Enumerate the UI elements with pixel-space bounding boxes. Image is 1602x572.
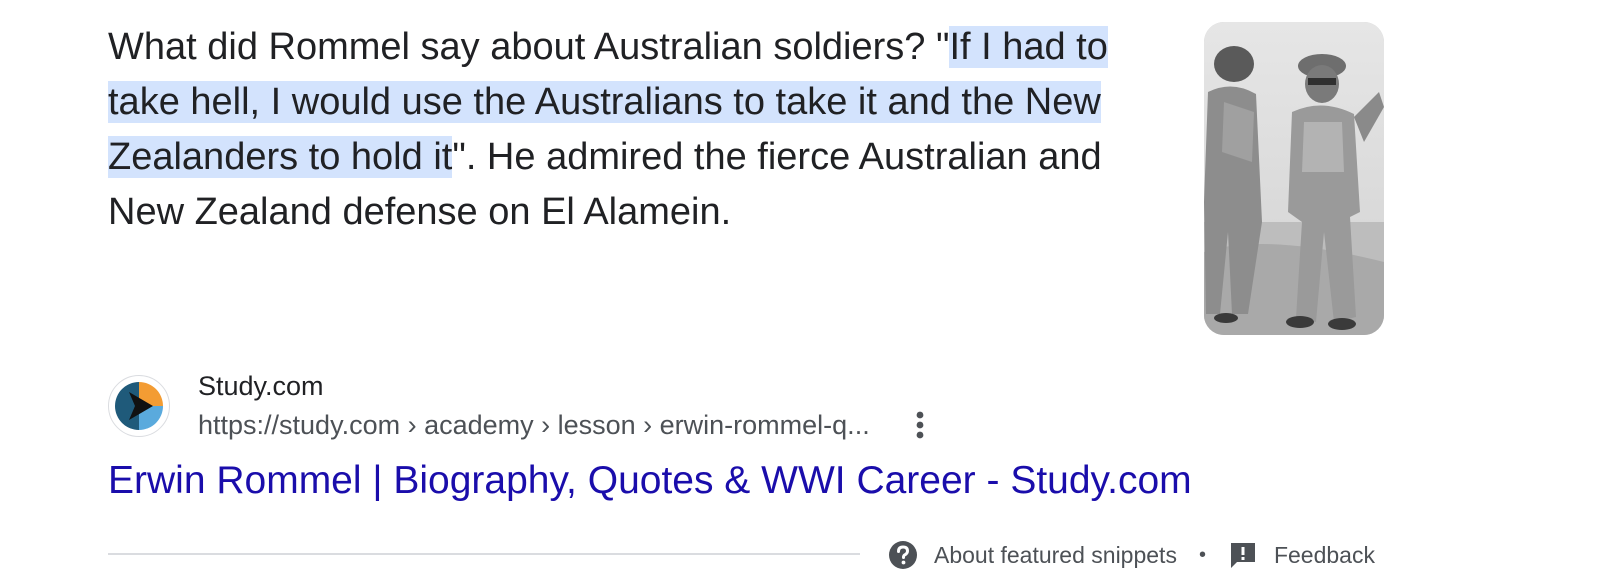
help-circle-icon (889, 541, 917, 569)
snippet-thumbnail-image[interactable] (1204, 22, 1384, 335)
source-url-breadcrumb[interactable]: https://study.com › academy › lesson › e… (198, 407, 870, 443)
study-com-logo-icon (115, 382, 163, 430)
result-title-link[interactable]: Erwin Rommel | Biography, Quotes & WWI C… (108, 456, 1192, 506)
about-featured-snippets-label: About featured snippets (934, 541, 1177, 568)
footer-separator: • (1198, 543, 1206, 566)
snippet-text: What did Rommel say about Australian sol… (108, 20, 1158, 240)
source-site-name[interactable]: Study.com (198, 368, 324, 404)
about-featured-snippets-link[interactable]: About featured snippets (888, 540, 1177, 570)
study-com-favicon[interactable] (108, 375, 170, 437)
photo-two-soldiers-desert-icon (1204, 22, 1384, 335)
featured-snippet-card: What did Rommel say about Australian sol… (0, 0, 1602, 572)
divider (108, 553, 860, 555)
more-options-icon[interactable] (906, 408, 934, 442)
feedback-link[interactable]: Feedback (1228, 540, 1375, 570)
snippet-footer: About featured snippets • Feedback (888, 538, 1375, 572)
feedback-icon (1230, 543, 1255, 568)
snippet-text-before: What did Rommel say about Australian sol… (108, 26, 950, 68)
feedback-label: Feedback (1273, 541, 1375, 568)
